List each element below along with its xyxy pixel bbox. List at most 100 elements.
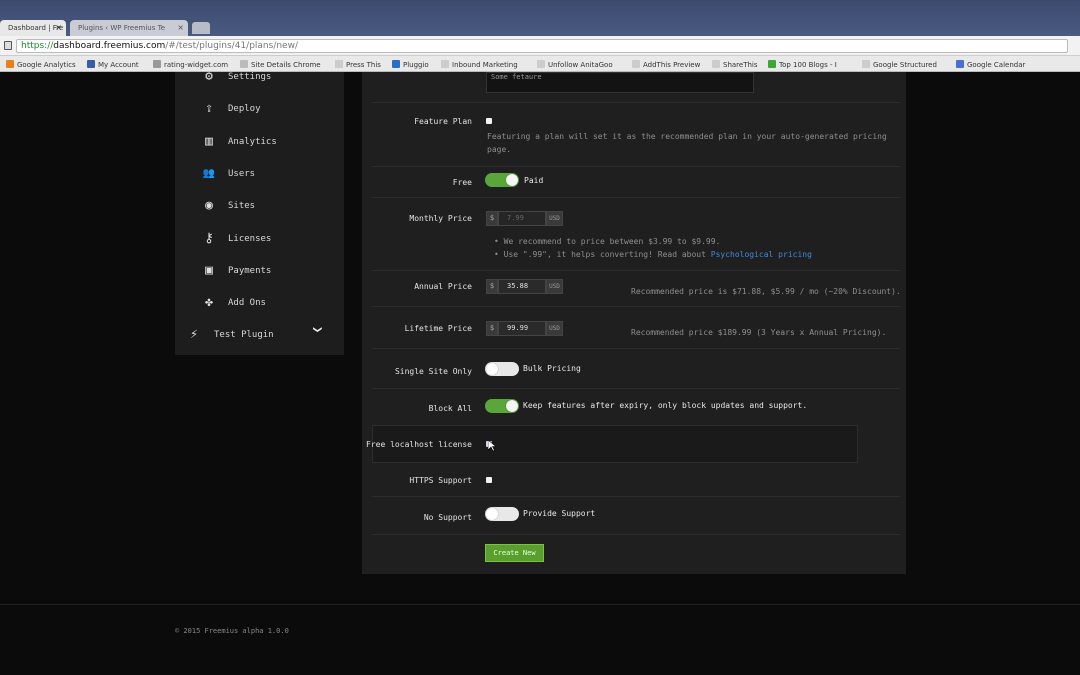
- tab-plugins[interactable]: Plugins ‹ WP Freemius Te ×: [70, 20, 188, 36]
- bookmark[interactable]: Top 100 Blogs - I: [768, 60, 837, 69]
- provide-support-label: Provide Support: [523, 509, 596, 518]
- divider: [372, 270, 900, 271]
- create-new-button[interactable]: Create New: [485, 544, 544, 562]
- new-tab-button[interactable]: [192, 22, 210, 34]
- puzzle-icon: ✤: [205, 295, 213, 310]
- sidebar: ⚙ Settings ⇪ Deploy ▥ Analytics 👥 Users …: [175, 70, 344, 355]
- bookmark[interactable]: Google Analytics: [6, 60, 76, 69]
- free-label: Free: [452, 178, 472, 187]
- page-favicon-icon: [632, 60, 640, 68]
- sidebar-item-label: Licenses: [228, 234, 272, 244]
- analytics-favicon-icon: [6, 60, 14, 68]
- sidebar-item-users[interactable]: 👥 Users: [175, 161, 344, 191]
- sidebar-item-label: Users: [228, 169, 256, 179]
- page-favicon-icon: [712, 60, 720, 68]
- block-all-toggle[interactable]: [485, 399, 519, 413]
- block-all-description: Keep features after expiry, only block u…: [523, 401, 808, 410]
- divider: [372, 197, 900, 198]
- sidebar-item-label: Payments: [228, 266, 272, 276]
- plugin-selector[interactable]: ⚡ Test Plugin ❯: [175, 324, 344, 350]
- currency-addon: $: [486, 279, 498, 294]
- sidebar-item-label: Deploy: [228, 104, 261, 114]
- sidebar-item-add-ons[interactable]: ✤ Add Ons: [175, 290, 344, 320]
- currency-code: USD: [546, 211, 563, 226]
- page-favicon-icon: [153, 60, 161, 68]
- sidebar-item-label: Settings: [228, 72, 272, 82]
- bulk-pricing-label: Bulk Pricing: [523, 364, 581, 373]
- block-all-label: Block All: [428, 404, 472, 413]
- tab-label: Plugins ‹ WP Freemius Te: [78, 24, 166, 32]
- close-icon[interactable]: ×: [177, 23, 184, 32]
- sidebar-item-label: Add Ons: [228, 298, 266, 308]
- sidebar-item-deploy[interactable]: ⇪ Deploy: [175, 96, 344, 126]
- https-support-label: HTTPS Support: [409, 476, 472, 485]
- psychological-pricing-link[interactable]: Psychological pricing: [711, 250, 812, 259]
- bookmark[interactable]: Google Structured: [862, 60, 937, 69]
- toggle-knob: [506, 174, 518, 186]
- url-path: /#/test/plugins/41/plans/new/: [165, 41, 298, 51]
- single-site-label: Single Site Only: [394, 367, 472, 376]
- calendar-favicon-icon: [956, 60, 964, 68]
- close-icon[interactable]: ×: [55, 23, 62, 32]
- paid-label: Paid: [524, 176, 544, 185]
- bookmarks-bar: Google Analytics My Account rating-widge…: [0, 56, 1080, 72]
- feature-plan-checkbox[interactable]: [486, 118, 492, 124]
- monthly-tip-1: • We recommend to price between $3.99 to…: [494, 237, 721, 246]
- https-support-checkbox[interactable]: [486, 477, 492, 483]
- annual-recommendation: Recommended price is $71.88, $5.99 / mo …: [631, 287, 901, 296]
- chart-icon: ▥: [205, 134, 213, 149]
- url-scheme: https://: [21, 41, 54, 51]
- free-localhost-label: Free localhost license: [366, 440, 472, 449]
- currency-code: USD: [546, 279, 563, 294]
- monthly-price-label: Monthly Price: [409, 214, 472, 223]
- users-icon: 👥: [202, 168, 216, 179]
- sidebar-item-licenses[interactable]: ⚷ Licenses: [175, 226, 344, 256]
- bookmark[interactable]: ShareThis: [712, 60, 758, 69]
- divider: [372, 388, 900, 389]
- single-site-toggle[interactable]: [485, 362, 519, 376]
- divider: [372, 166, 900, 167]
- bookmark[interactable]: Google Calendar: [956, 60, 1025, 69]
- lifetime-recommendation: Recommended price $189.99 (3 Years x Ann…: [631, 328, 887, 337]
- toggle-knob: [506, 400, 518, 412]
- toggle-knob: [486, 508, 498, 520]
- bookmark[interactable]: My Account: [87, 60, 139, 69]
- no-support-label: No Support: [423, 513, 472, 522]
- annual-price-input[interactable]: 35.88: [498, 279, 546, 294]
- bookmark[interactable]: AddThis Preview: [632, 60, 700, 69]
- sidebar-item-sites[interactable]: ◉ Sites: [175, 193, 344, 223]
- browser-chrome: Dashboard | Fre × Plugins ‹ WP Freemius …: [0, 0, 1080, 72]
- lifetime-price-input[interactable]: 99.99: [498, 321, 546, 336]
- lifetime-price-label: Lifetime Price: [404, 324, 472, 333]
- bookmark[interactable]: Inbound Marketing: [441, 60, 518, 69]
- tab-strip: Dashboard | Fre × Plugins ‹ WP Freemius …: [0, 0, 1080, 36]
- bookmark[interactable]: Unfollow AnitaGoo: [537, 60, 613, 69]
- mouse-pointer-icon: [487, 439, 498, 452]
- monthly-price-input[interactable]: 7.99: [498, 211, 546, 226]
- sidebar-item-payments[interactable]: ▣ Payments: [175, 258, 344, 288]
- url-input[interactable]: https://dashboard.freemius.com/#/test/pl…: [16, 39, 1068, 53]
- toggle-knob: [486, 363, 498, 375]
- bookmark[interactable]: Pluggio: [392, 60, 429, 69]
- page-favicon-icon: [862, 60, 870, 68]
- tip-text: • Use ".99", it helps converting! Read a…: [494, 250, 706, 259]
- chevron-down-icon[interactable]: ❯: [311, 326, 325, 340]
- key-icon: ⚷: [204, 231, 214, 246]
- feature-plan-label: Feature Plan: [414, 117, 472, 126]
- divider: [372, 306, 900, 307]
- feature-plan-help: Featuring a plan will set it as the reco…: [487, 132, 887, 154]
- plug-icon: ⚡: [190, 327, 198, 342]
- account-favicon-icon: [87, 60, 95, 68]
- sidebar-item-label: Sites: [228, 201, 256, 211]
- globe-icon: ◉: [205, 198, 213, 213]
- page-favicon-icon: [768, 60, 776, 68]
- page-favicon-icon: [441, 60, 449, 68]
- support-toggle[interactable]: [485, 507, 519, 521]
- free-paid-toggle[interactable]: [485, 173, 519, 187]
- sidebar-item-analytics[interactable]: ▥ Analytics: [175, 129, 344, 159]
- description-textarea[interactable]: Some fetaure: [486, 72, 754, 93]
- sidebar-item-settings[interactable]: ⚙ Settings: [175, 64, 344, 94]
- description-value: Some fetaure: [491, 73, 542, 81]
- tab-dashboard[interactable]: Dashboard | Fre ×: [0, 20, 66, 36]
- pluggio-favicon-icon: [392, 60, 400, 68]
